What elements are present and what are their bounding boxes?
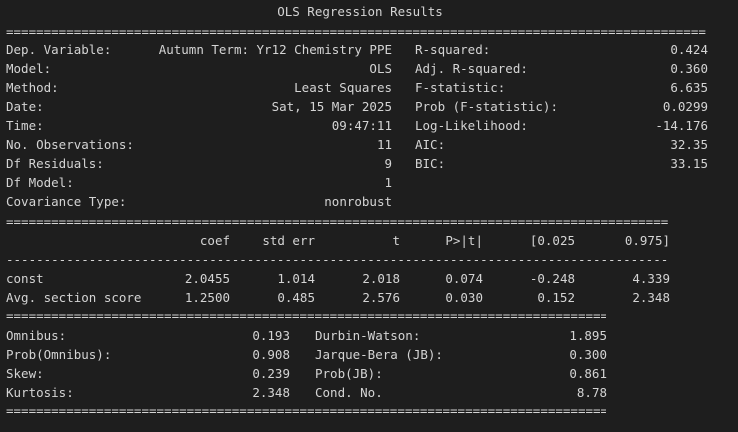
- table-cell: 2.018: [362, 271, 400, 286]
- diagnostic-label: Prob(Omnibus):: [6, 347, 112, 362]
- summary-value: Sat, 15 Mar 2025: [271, 99, 392, 114]
- separator-double: ========================================…: [6, 214, 668, 229]
- diagnostic-label: Skew:: [6, 366, 44, 381]
- diagnostic-value: 2.348: [252, 385, 290, 400]
- summary-label: Method:: [6, 80, 59, 95]
- previous-output-fragment: _ _ _ _ _ _ _ _ _ _ _ _ _ _ _ _ _ _ _ _ …: [0, 0, 738, 2]
- table-cell: 1.2500: [184, 290, 230, 305]
- column-header: std err: [262, 233, 315, 248]
- variable-name: const: [6, 271, 44, 286]
- summary-label: Adj. R-squared:: [415, 61, 528, 76]
- summary-label: AIC:: [415, 137, 446, 152]
- table-cell: 0.485: [277, 290, 315, 305]
- summary-label: Prob (F-statistic):: [415, 99, 558, 114]
- summary-value: 0.424: [670, 42, 708, 57]
- summary-value: Least Squares: [294, 80, 392, 95]
- column-header: [0.025: [529, 233, 575, 248]
- diagnostic-label: Omnibus:: [6, 328, 67, 343]
- diagnostic-label: Kurtosis:: [6, 385, 74, 400]
- diagnostic-value: 8.78: [576, 385, 607, 400]
- summary-value: 09:47:11: [331, 118, 392, 133]
- summary-label: Model:: [6, 61, 52, 76]
- summary-value: 0.0299: [662, 99, 708, 114]
- diagnostic-value: 0.193: [252, 328, 290, 343]
- variable-name: Avg. section score: [6, 290, 142, 305]
- separator-double: ========================================…: [6, 308, 606, 323]
- summary-label: BIC:: [415, 156, 446, 171]
- summary-value: 11: [376, 137, 392, 152]
- summary-label: Log-Likelihood:: [415, 118, 528, 133]
- table-cell: 2.0455: [184, 271, 230, 286]
- summary-value: 6.635: [670, 80, 708, 95]
- summary-value: -14.176: [655, 118, 708, 133]
- summary-value: Autumn Term: Yr12 Chemistry PPE: [158, 42, 392, 57]
- summary-value: 33.15: [670, 156, 708, 171]
- separator-double: ========================================…: [6, 24, 706, 39]
- summary-value: 32.35: [670, 137, 708, 152]
- summary-value: OLS: [369, 61, 392, 76]
- results-title: OLS Regression Results: [277, 4, 443, 19]
- column-header: coef: [199, 233, 230, 248]
- diagnostic-label: Jarque-Bera (JB):: [315, 347, 443, 362]
- summary-label: Time:: [6, 118, 44, 133]
- diagnostic-value: 0.861: [569, 366, 607, 381]
- summary-label: R-squared:: [415, 42, 491, 57]
- summary-value: 1: [384, 175, 392, 190]
- diagnostic-value: 1.895: [569, 328, 607, 343]
- separator-double: ========================================…: [6, 403, 606, 418]
- column-header: P>|t|: [445, 233, 483, 248]
- summary-value: 9: [384, 156, 392, 171]
- table-cell: 4.339: [632, 271, 670, 286]
- summary-value: 0.360: [670, 61, 708, 76]
- column-header: t: [392, 233, 400, 248]
- diagnostic-value: 0.300: [569, 347, 607, 362]
- column-header: 0.975]: [624, 233, 670, 248]
- table-cell: 0.030: [445, 290, 483, 305]
- table-cell: 2.348: [632, 290, 670, 305]
- summary-label: Df Model:: [6, 175, 74, 190]
- summary-label: Date:: [6, 99, 44, 114]
- summary-label: Df Residuals:: [6, 156, 104, 171]
- separator-single: ----------------------------------------…: [6, 252, 668, 267]
- diagnostic-label: Durbin-Watson:: [315, 328, 421, 343]
- diagnostic-label: Cond. No.: [315, 385, 383, 400]
- summary-value: nonrobust: [324, 194, 392, 209]
- diagnostic-label: Prob(JB):: [315, 366, 383, 381]
- summary-label: Dep. Variable:: [6, 42, 112, 57]
- table-cell: 0.074: [445, 271, 483, 286]
- table-cell: 0.152: [537, 290, 575, 305]
- table-cell: -0.248: [529, 271, 575, 286]
- diagnostic-value: 0.239: [252, 366, 290, 381]
- table-cell: 1.014: [277, 271, 315, 286]
- summary-label: F-statistic:: [415, 80, 506, 95]
- diagnostic-value: 0.908: [252, 347, 290, 362]
- table-cell: 2.576: [362, 290, 400, 305]
